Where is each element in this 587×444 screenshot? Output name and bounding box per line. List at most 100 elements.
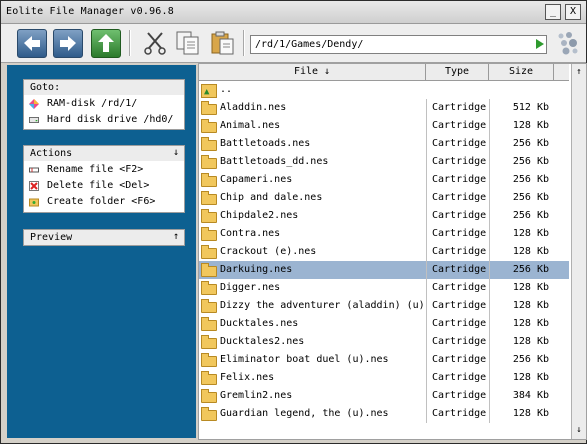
file-list-header: File ↓ Type Size: [199, 64, 569, 81]
forward-button[interactable]: [53, 29, 83, 58]
parent-directory-row[interactable]: ..: [199, 81, 569, 101]
file-type: Cartridge: [426, 99, 489, 117]
cut-button[interactable]: [141, 29, 169, 56]
file-type: Cartridge: [426, 225, 489, 243]
up-arrow-icon: [98, 34, 114, 52]
preview-panel-header[interactable]: Preview ↑: [23, 229, 185, 246]
left-arrow-icon: [24, 36, 40, 51]
actions-panel: Rename file <F2> Delete file <Del> Creat…: [23, 161, 185, 213]
file-type: Cartridge: [426, 405, 489, 423]
goto-title: Goto:: [30, 82, 61, 93]
action-delete[interactable]: Delete file <Del>: [24, 178, 184, 194]
copy-button[interactable]: [174, 29, 202, 56]
scroll-up-button[interactable]: ↑: [572, 65, 586, 79]
file-list: File ↓ Type Size ..Aladdin.nesCartridge5…: [198, 63, 587, 440]
file-size: 384 Kb: [489, 387, 553, 405]
file-icon: [201, 191, 217, 205]
file-size: 128 Kb: [489, 405, 553, 423]
column-header-size[interactable]: Size: [489, 64, 554, 80]
goto-item-ramdisk[interactable]: RAM-disk /rd/1/: [24, 96, 184, 112]
file-size: 128 Kb: [489, 117, 553, 135]
goto-panel: RAM-disk /rd/1/ Hard disk drive /hd0/: [23, 95, 185, 130]
file-icon: [201, 371, 217, 385]
file-type: Cartridge: [426, 207, 489, 225]
expand-icon[interactable]: ↑: [173, 231, 179, 242]
file-row[interactable]: Battletoads_dd.nes Cartridge 256 Kb: [199, 153, 569, 171]
file-size: 256 Kb: [489, 189, 553, 207]
file-size: 256 Kb: [489, 207, 553, 225]
file-icon: [201, 119, 217, 133]
file-name: Eliminator boat duel (u).nes: [220, 354, 389, 365]
vertical-scrollbar[interactable]: ↑ ↓: [571, 64, 586, 439]
file-size: 256 Kb: [489, 351, 553, 369]
file-row[interactable]: Eliminator boat duel (u).nes Cartridge 256…: [199, 351, 569, 369]
scroll-down-button[interactable]: ↓: [572, 423, 586, 437]
column-header-file[interactable]: File ↓: [199, 64, 426, 80]
file-row[interactable]: Felix.nes Cartridge 128 Kb: [199, 369, 569, 387]
file-row[interactable]: Ducktales.nes Cartridge 128 Kb: [199, 315, 569, 333]
file-row[interactable]: Chipdale2.nes Cartridge 256 Kb: [199, 207, 569, 225]
file-size: 128 Kb: [489, 333, 553, 351]
sidebar: Goto: RAM-disk /rd/1/ Hard disk drive /h…: [7, 65, 196, 438]
minimize-button[interactable]: _: [545, 4, 561, 20]
rename-icon: [29, 167, 39, 173]
file-name: Aladdin.nes: [220, 102, 287, 113]
file-type: Cartridge: [426, 279, 489, 297]
window-title: Eolite File Manager v0.96.8: [6, 6, 174, 17]
action-label: Rename file <F2>: [47, 164, 144, 175]
actions-panel-header[interactable]: Actions ↓: [23, 145, 185, 162]
file-icon: [201, 209, 217, 223]
file-row[interactable]: Guardian legend, the (u).nes Cartridge 128…: [199, 405, 569, 423]
copy-icon: [176, 31, 199, 55]
file-size: 256 Kb: [489, 153, 553, 171]
file-type: Cartridge: [426, 369, 489, 387]
action-rename[interactable]: Rename file <F2>: [24, 162, 184, 178]
file-type: Cartridge: [426, 153, 489, 171]
file-size: 128 Kb: [489, 225, 553, 243]
file-icon: [201, 263, 217, 277]
file-row[interactable]: Animal.nes Cartridge 128 Kb: [199, 117, 569, 135]
file-name: Ducktales2.nes: [220, 336, 305, 347]
file-row[interactable]: Capameri.nes Cartridge 256 Kb: [199, 171, 569, 189]
delete-icon: [29, 181, 39, 191]
file-icon: [201, 227, 217, 241]
play-icon[interactable]: [536, 39, 544, 49]
file-icon: [201, 389, 217, 403]
toolbar-separator: [129, 30, 131, 56]
action-create-folder[interactable]: Create folder <F6>: [24, 194, 184, 210]
file-name: Battletoads_dd.nes: [220, 156, 329, 167]
file-row[interactable]: Aladdin.nes Cartridge 512 Kb: [199, 99, 569, 117]
file-row[interactable]: Gremlin2.nes Cartridge 384 Kb: [199, 387, 569, 405]
file-row[interactable]: Digger.nes Cartridge 128 Kb: [199, 279, 569, 297]
file-name: Capameri.nes: [220, 174, 293, 185]
file-row[interactable]: Contra.nes Cartridge 128 Kb: [199, 225, 569, 243]
file-row[interactable]: Ducktales2.nes Cartridge 128 Kb: [199, 333, 569, 351]
file-icon: [201, 137, 217, 151]
goto-item-hdd[interactable]: Hard disk drive /hd0/: [24, 112, 184, 128]
file-type: Cartridge: [426, 333, 489, 351]
file-icon: [201, 407, 217, 421]
file-row[interactable]: Dizzy the adventurer (aladdin) (u) Cartri…: [199, 297, 569, 315]
column-header-type[interactable]: Type: [426, 64, 489, 80]
scissors-icon: [144, 32, 166, 55]
path-input[interactable]: [251, 36, 525, 53]
file-icon: [201, 101, 217, 115]
goto-panel-header: Goto:: [23, 79, 185, 96]
toolbar-separator: [243, 30, 245, 56]
file-row[interactable]: Battletoads.nes Cartridge 256 Kb: [199, 135, 569, 153]
close-button[interactable]: X: [565, 4, 581, 20]
paste-button[interactable]: [209, 29, 237, 56]
file-row[interactable]: Chip and dale.nes Cartridge 256 Kb: [199, 189, 569, 207]
up-button[interactable]: [91, 29, 121, 58]
action-label: Create folder <F6>: [47, 196, 156, 207]
file-row[interactable]: Darkuing.nes Cartridge 256 Kb: [199, 261, 569, 279]
file-row[interactable]: Crackout (e).nes Cartridge 128 Kb: [199, 243, 569, 261]
file-name: Darkuing.nes: [220, 264, 293, 275]
collapse-icon[interactable]: ↓: [173, 147, 179, 158]
back-button[interactable]: [17, 29, 47, 58]
file-name: Chipdale2.nes: [220, 210, 299, 221]
file-size: 128 Kb: [489, 369, 553, 387]
file-rows: ..Aladdin.nesCartridge512 KbAnimal.nesCa…: [199, 81, 569, 439]
title-bar[interactable]: Eolite File Manager v0.96.8 _ X: [1, 1, 586, 24]
file-size: 128 Kb: [489, 243, 553, 261]
